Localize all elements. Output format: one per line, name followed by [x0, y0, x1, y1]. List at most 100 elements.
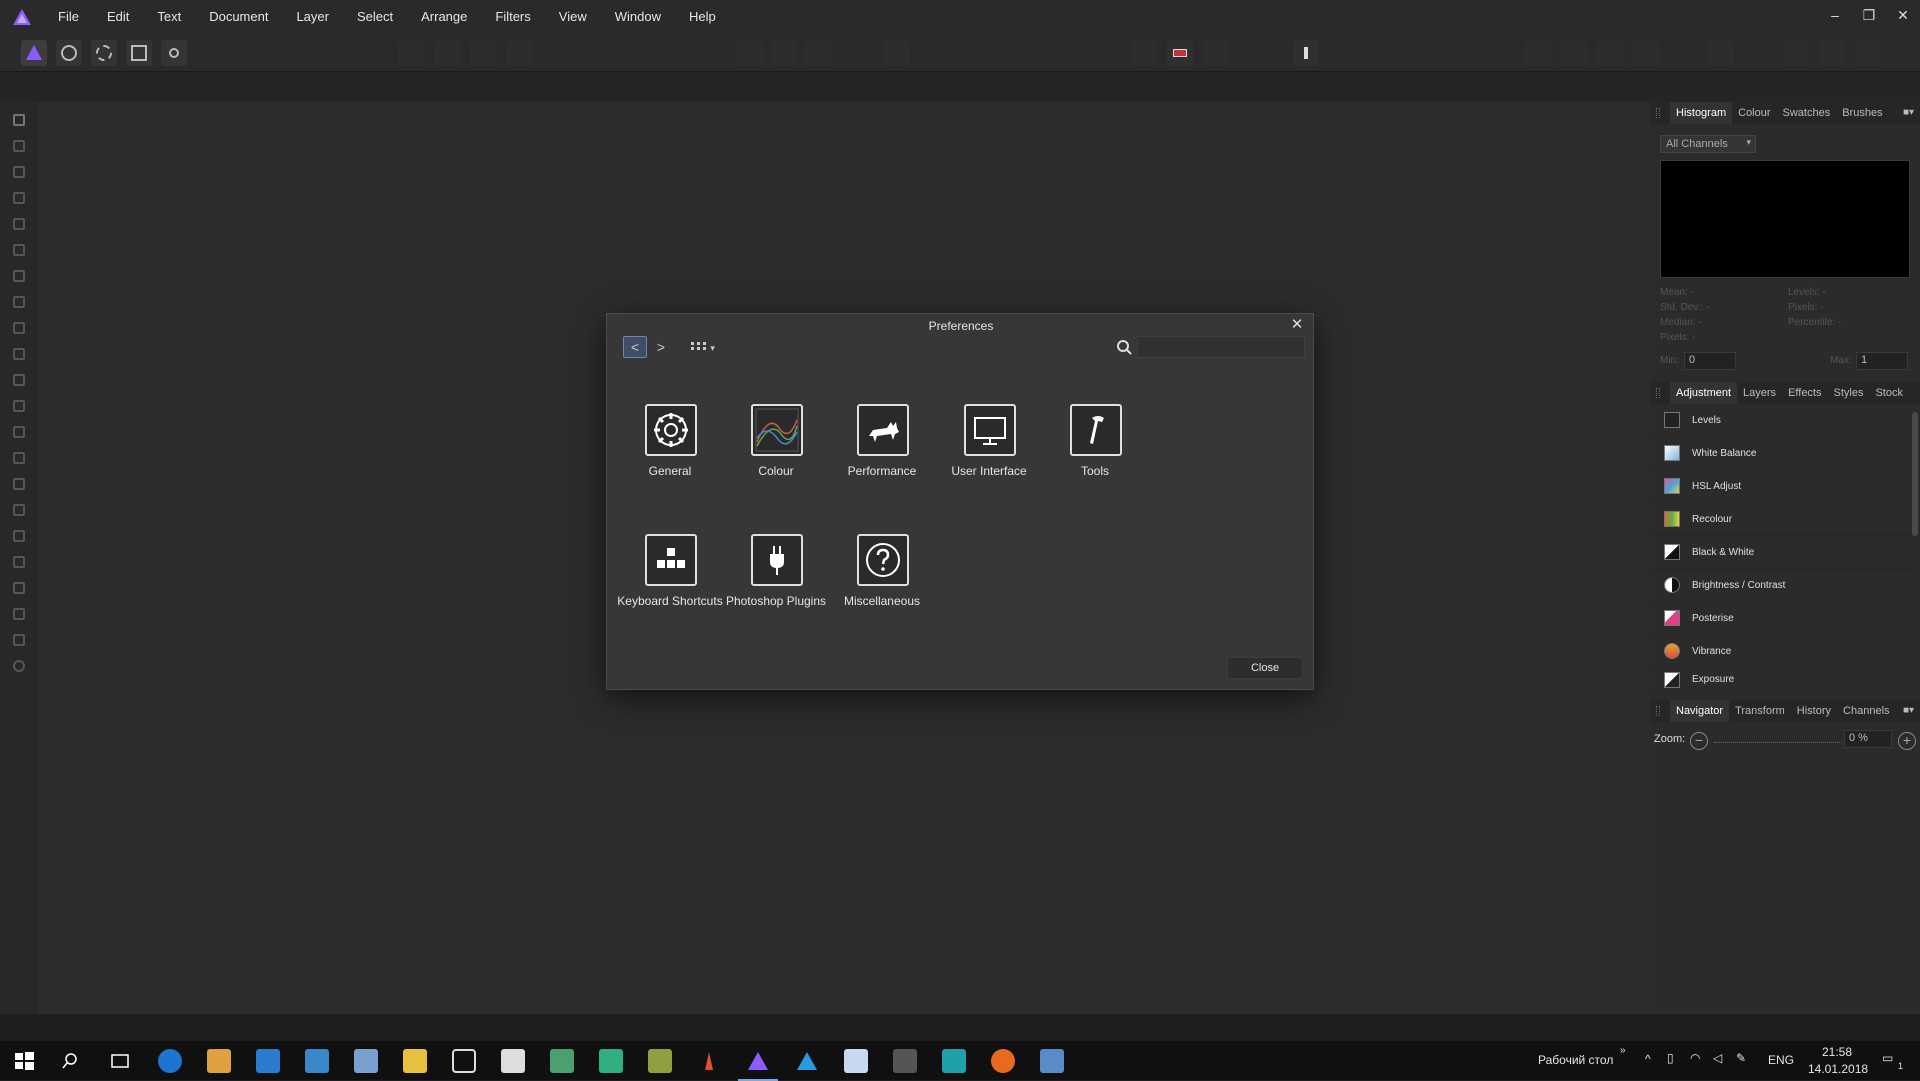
close-icon[interactable]: ✕	[1289, 317, 1305, 333]
view-tool-icon[interactable]	[11, 112, 27, 128]
flood-fill-tool-icon[interactable]	[11, 294, 27, 310]
file-explorer-icon[interactable]	[403, 1049, 427, 1073]
zoom-out-icon[interactable]: −	[1690, 732, 1708, 750]
tab-channels[interactable]: Channels	[1837, 700, 1895, 722]
desktop-toolbar-label[interactable]: Рабочий стол	[1538, 1053, 1613, 1067]
document-app-icon[interactable]	[844, 1049, 868, 1073]
clone-tool-icon[interactable]	[11, 450, 27, 466]
panel-menu-icon[interactable]: ■▾	[1903, 705, 1914, 716]
menu-filters[interactable]: Filters	[481, 0, 544, 34]
text-tool-button[interactable]	[1293, 40, 1319, 66]
pref-colour[interactable]: Colour	[721, 404, 831, 494]
pref-keyboard-shortcuts[interactable]: Keyboard Shortcuts	[615, 534, 725, 624]
zoom-value-input[interactable]: 0 %	[1844, 730, 1892, 748]
tab-swatches[interactable]: Swatches	[1777, 102, 1837, 124]
minimize-button[interactable]: –	[1818, 0, 1852, 34]
tray-expand-icon[interactable]: ^	[1645, 1052, 1651, 1066]
pen-workspace-icon[interactable]: ✎	[1736, 1051, 1746, 1065]
restore-button[interactable]: ❐	[1852, 0, 1886, 34]
pen-tool-icon[interactable]	[11, 554, 27, 570]
adjustment-black-white[interactable]: Black & White	[1650, 536, 1912, 569]
boolean-add-button[interactable]	[1783, 40, 1809, 66]
wifi-icon[interactable]: ◠	[1690, 1051, 1700, 1065]
selection-brush-tool-icon[interactable]	[11, 216, 27, 232]
adjustment-white-balance[interactable]: White Balance	[1650, 437, 1912, 470]
arrange-forward-button[interactable]	[1525, 40, 1551, 66]
erase-tool-icon[interactable]	[11, 398, 27, 414]
assistant-button[interactable]	[1167, 40, 1193, 66]
tab-navigator[interactable]: Navigator	[1670, 700, 1730, 722]
quick-mask-button[interactable]	[884, 40, 910, 66]
adjustment-brightness-contrast[interactable]: Brightness / Contrast	[1650, 569, 1912, 602]
zoom-tool-icon[interactable]	[11, 658, 27, 674]
arrange-back-button[interactable]	[1561, 40, 1587, 66]
3d-viewer-icon[interactable]	[452, 1049, 476, 1073]
search-icon[interactable]	[1115, 336, 1135, 358]
zoom-slider[interactable]	[1714, 742, 1842, 744]
auto-contrast-button[interactable]	[434, 40, 460, 66]
tab-colour[interactable]: Colour	[1732, 102, 1776, 124]
start-windows-icon[interactable]	[12, 1049, 36, 1073]
tab-effects[interactable]: Effects	[1782, 382, 1827, 404]
leaf-app-icon[interactable]	[599, 1049, 623, 1073]
adjustment-posterise[interactable]: Posterise	[1650, 602, 1912, 635]
liquify-persona-button[interactable]	[56, 40, 82, 66]
affinity-designer-taskbar-icon[interactable]	[795, 1049, 819, 1073]
volume-icon[interactable]: ◁	[1713, 1051, 1722, 1065]
align-button[interactable]	[1203, 40, 1229, 66]
burn-tool-icon[interactable]	[11, 424, 27, 440]
task-view-icon[interactable]	[108, 1049, 132, 1073]
clock-time[interactable]: 21:58	[1822, 1045, 1852, 1059]
notification-icon[interactable]: ▭	[1882, 1051, 1893, 1065]
firefox-icon[interactable]	[991, 1049, 1015, 1073]
pref-tools[interactable]: Tools	[1040, 404, 1150, 494]
adjustment-exposure[interactable]: Exposure	[1650, 668, 1912, 692]
panel-grip-icon[interactable]	[1656, 388, 1660, 398]
text-tool-icon[interactable]	[11, 606, 27, 622]
photos-app-icon[interactable]	[1040, 1049, 1064, 1073]
channel-dropdown[interactable]: All Channels ▾	[1660, 135, 1756, 153]
creature-app-icon[interactable]	[893, 1049, 917, 1073]
forward-button[interactable]: >	[649, 336, 673, 358]
pref-user-interface[interactable]: User Interface	[934, 404, 1044, 494]
boolean-intersect-button[interactable]	[1855, 40, 1881, 66]
menu-view[interactable]: View	[545, 0, 601, 34]
search-icon[interactable]	[60, 1049, 84, 1073]
panel-grip-icon[interactable]	[1656, 108, 1660, 118]
pencil-app-icon[interactable]	[697, 1049, 721, 1073]
selection-mode-button[interactable]	[737, 40, 763, 66]
adjustment-levels[interactable]: Levels	[1650, 404, 1912, 437]
snapping-button[interactable]	[1131, 40, 1157, 66]
close-button[interactable]: Close	[1227, 657, 1303, 679]
mail-app-icon[interactable]	[305, 1049, 329, 1073]
chevron-right-icon[interactable]: »	[1620, 1045, 1626, 1056]
healing-tool-icon[interactable]	[11, 528, 27, 544]
paint-app-icon[interactable]	[354, 1049, 378, 1073]
pref-miscellaneous[interactable]: Miscellaneous	[827, 534, 937, 624]
tab-styles[interactable]: Styles	[1828, 382, 1870, 404]
export-persona-button[interactable]	[161, 40, 187, 66]
affinity-photo-taskbar-icon[interactable]	[738, 1049, 778, 1081]
selection-add-button[interactable]	[771, 40, 797, 66]
crop-tool-icon[interactable]	[11, 190, 27, 206]
min-input[interactable]: 0	[1684, 352, 1736, 370]
tab-transform[interactable]: Transform	[1729, 700, 1791, 722]
menu-layer[interactable]: Layer	[282, 0, 343, 34]
notepad-icon[interactable]	[501, 1049, 525, 1073]
flip-button[interactable]	[1708, 40, 1734, 66]
menu-select[interactable]: Select	[343, 0, 407, 34]
pref-general[interactable]: General	[615, 404, 725, 494]
image-editor-icon[interactable]	[550, 1049, 574, 1073]
adjustment-hsl[interactable]: HSL Adjust	[1650, 470, 1912, 503]
menu-window[interactable]: Window	[601, 0, 675, 34]
menu-edit[interactable]: Edit	[93, 0, 143, 34]
flood-select-tool-icon[interactable]	[11, 242, 27, 258]
photo-persona-button[interactable]	[21, 40, 47, 66]
develop-persona-button[interactable]	[91, 40, 117, 66]
search-input[interactable]	[1137, 336, 1305, 358]
gradient-tool-icon[interactable]	[11, 320, 27, 336]
tone-mapping-persona-button[interactable]	[126, 40, 152, 66]
language-indicator[interactable]: ENG	[1768, 1053, 1794, 1067]
marquee-tool-icon[interactable]	[11, 268, 27, 284]
clock-date[interactable]: 14.01.2018	[1808, 1062, 1868, 1076]
